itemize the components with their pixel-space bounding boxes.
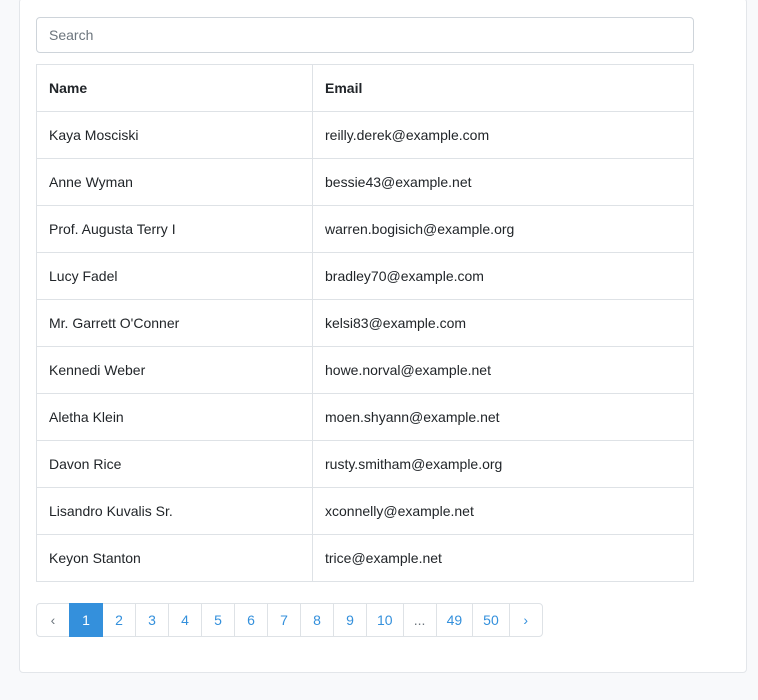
pagination-page-9[interactable]: 9 <box>333 603 367 637</box>
table-row: Lucy Fadel bradley70@example.com <box>36 252 694 300</box>
cell-name: Anne Wyman <box>36 158 313 206</box>
table-row: Kennedi Weber howe.norval@example.net <box>36 346 694 394</box>
cell-name: Lucy Fadel <box>36 252 313 300</box>
cell-email: moen.shyann@example.net <box>312 393 694 441</box>
table-row: Kaya Mosciski reilly.derek@example.com <box>36 111 694 159</box>
table-header-row: Name Email <box>36 64 694 112</box>
pagination-prev-button[interactable]: ‹ <box>36 603 70 637</box>
pagination-page-10[interactable]: 10 <box>366 603 404 637</box>
table-row: Lisandro Kuvalis Sr. xconnelly@example.n… <box>36 487 694 535</box>
column-header-email[interactable]: Email <box>312 64 694 112</box>
cell-email: bessie43@example.net <box>312 158 694 206</box>
cell-name: Kaya Mosciski <box>36 111 313 159</box>
pagination-page-2[interactable]: 2 <box>102 603 136 637</box>
cell-email: xconnelly@example.net <box>312 487 694 535</box>
table-row: Aletha Klein moen.shyann@example.net <box>36 393 694 441</box>
cell-name: Aletha Klein <box>36 393 313 441</box>
cell-name: Prof. Augusta Terry I <box>36 205 313 253</box>
cell-name: Mr. Garrett O'Conner <box>36 299 313 347</box>
cell-name: Kennedi Weber <box>36 346 313 394</box>
pagination-page-8[interactable]: 8 <box>300 603 334 637</box>
pagination-page-50[interactable]: 50 <box>472 603 510 637</box>
cell-email: warren.bogisich@example.org <box>312 205 694 253</box>
pagination-page-49[interactable]: 49 <box>435 603 474 637</box>
pagination-ellipsis: ... <box>402 603 437 637</box>
pagination-page-7[interactable]: 7 <box>267 603 301 637</box>
cell-name: Davon Rice <box>36 440 313 488</box>
table-row: Prof. Augusta Terry I warren.bogisich@ex… <box>36 205 694 253</box>
pagination-page-5[interactable]: 5 <box>201 603 235 637</box>
search-input[interactable] <box>36 17 694 53</box>
cell-email: reilly.derek@example.com <box>312 111 694 159</box>
cell-email: rusty.smitham@example.org <box>312 440 694 488</box>
table-row: Keyon Stanton trice@example.net <box>36 534 694 582</box>
cell-name: Keyon Stanton <box>36 534 313 582</box>
pagination-next-button[interactable]: › <box>508 603 543 637</box>
column-header-name[interactable]: Name <box>36 64 313 112</box>
pagination-page-4[interactable]: 4 <box>168 603 202 637</box>
pagination-page-3[interactable]: 3 <box>135 603 169 637</box>
cell-email: bradley70@example.com <box>312 252 694 300</box>
table-row: Mr. Garrett O'Conner kelsi83@example.com <box>36 299 694 347</box>
table-row: Davon Rice rusty.smitham@example.org <box>36 440 694 488</box>
pagination-page-1[interactable]: 1 <box>69 603 103 637</box>
cell-email: kelsi83@example.com <box>312 299 694 347</box>
pagination-page-6[interactable]: 6 <box>234 603 268 637</box>
cell-name: Lisandro Kuvalis Sr. <box>36 487 313 535</box>
table-row: Anne Wyman bessie43@example.net <box>36 158 694 206</box>
pagination: ‹ 1 2 3 4 5 6 7 8 9 10 ... 49 50 › <box>36 603 543 637</box>
cell-email: trice@example.net <box>312 534 694 582</box>
users-table: Name Email Kaya Mosciski reilly.derek@ex… <box>36 64 694 582</box>
cell-email: howe.norval@example.net <box>312 346 694 394</box>
